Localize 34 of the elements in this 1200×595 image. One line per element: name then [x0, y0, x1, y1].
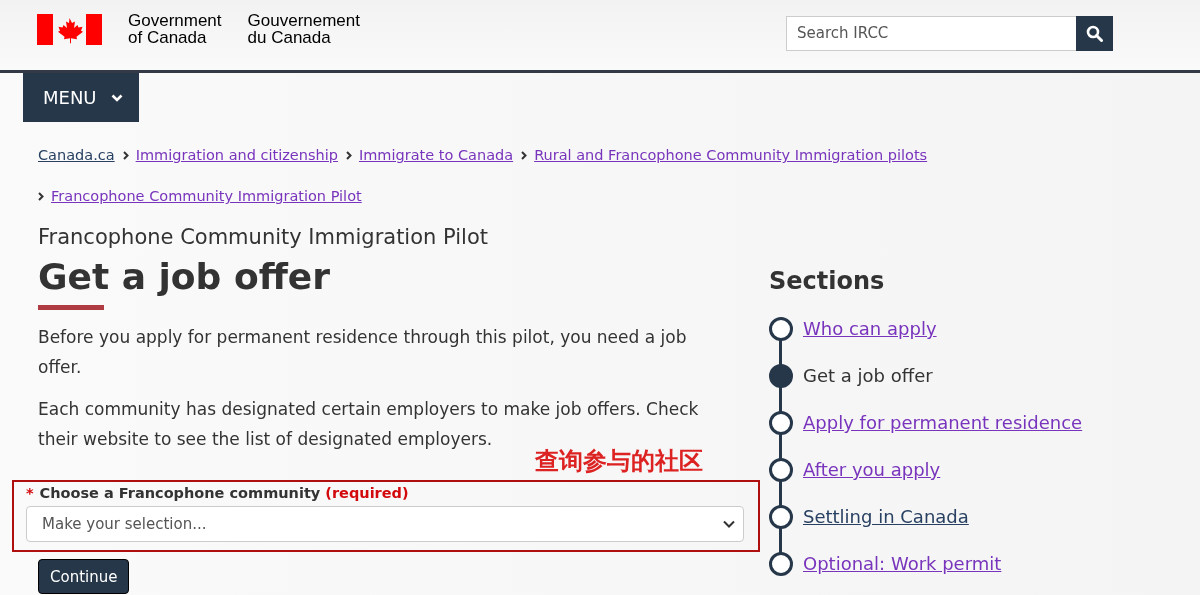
section-link[interactable]: Who can apply	[803, 318, 937, 339]
annotation-text: 查询参与的社区	[535, 446, 703, 476]
sections-heading: Sections	[769, 267, 886, 295]
section-link[interactable]: Optional: Work permit	[803, 553, 1002, 574]
field-label: * Choose a Francophone community (required)	[26, 485, 410, 501]
search-button[interactable]	[1076, 15, 1113, 51]
chevron-right-icon	[38, 191, 44, 201]
breadcrumb-link[interactable]: Canada.ca	[38, 144, 115, 166]
chevron-down-icon	[110, 93, 123, 102]
flag-icon	[37, 13, 102, 45]
search-field[interactable]: Search IRCC	[786, 15, 1076, 51]
menu-button[interactable]: MENU	[23, 73, 139, 122]
breadcrumb-link[interactable]: Francophone Community Immigration Pilot	[51, 185, 362, 207]
chevron-right-icon	[345, 150, 352, 160]
wordmark-text: Government of Canada	[128, 12, 222, 46]
search-icon	[1086, 24, 1103, 42]
chevron-right-icon	[521, 150, 528, 160]
continue-button[interactable]: Continue	[38, 559, 130, 594]
breadcrumb-link[interactable]: Immigration and citizenship	[135, 144, 338, 166]
page-subtitle: Francophone Community Immigration Pilot	[38, 225, 489, 249]
breadcrumb-link[interactable]: Immigrate to Canada	[358, 144, 514, 166]
current-section: Get a job offer	[803, 365, 933, 386]
section-link[interactable]: Apply for permanent residence	[803, 412, 1083, 433]
paragraph: Before you apply for permanent residence through this pilot, you need a job offer.	[38, 326, 688, 379]
paragraph: Each community has designated certain employers to make job offers. Check their website to see the list of designated employers.	[38, 398, 700, 449]
page-title: Get a job offer	[38, 255, 330, 299]
breadcrumb-link[interactable]: Rural and Francophone Community Immigration pilots	[534, 144, 928, 166]
chevron-right-icon	[122, 150, 129, 160]
section-link[interactable]: Settling in Canada	[803, 506, 969, 527]
title-underline	[38, 305, 104, 310]
chevron-down-icon	[723, 520, 735, 528]
wordmark-text: Gouvernement du Canada	[247, 12, 360, 46]
community-select[interactable]: Make your selection...	[26, 506, 744, 542]
section-link[interactable]: After you apply	[803, 459, 941, 480]
